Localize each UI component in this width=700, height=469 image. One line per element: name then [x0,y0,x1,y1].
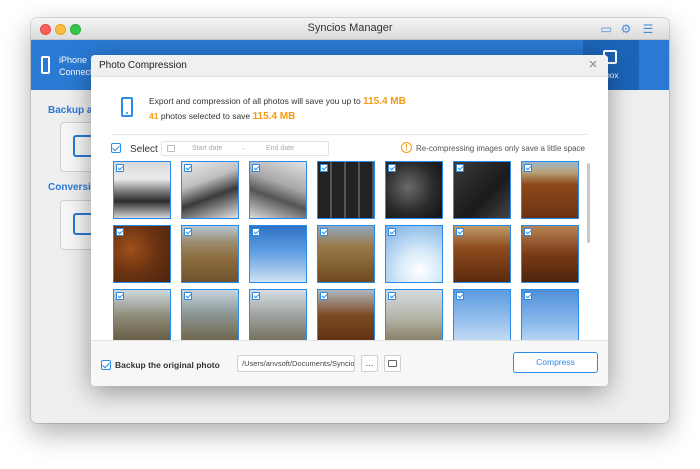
backup-path-input[interactable]: /Users/anvsoft/Documents/Syncios [237,355,355,372]
select-all-checkbox[interactable] [111,143,121,153]
photo-thumbnail[interactable] [385,289,443,340]
selection-text: photos selected to save [160,111,251,121]
compress-button[interactable]: Compress [513,352,598,373]
photo-checkbox[interactable] [456,292,464,300]
photo-checkbox[interactable] [252,164,260,172]
photo-grid-scrollbar[interactable] [587,163,590,243]
dialog-title: Photo Compression [99,60,187,71]
photo-thumbnail[interactable] [317,161,375,219]
photo-thumbnail[interactable] [113,161,171,219]
photo-compression-dialog: Photo Compression × Export and compressi… [91,55,608,386]
selected-savings: 115.4 MB [252,111,296,122]
calendar-icon [167,145,175,152]
photo-checkbox[interactable] [388,228,396,236]
date-range-picker[interactable]: Start date - End date [161,141,329,156]
photo-thumbnail[interactable] [453,225,511,283]
folder-icon [388,360,397,367]
backup-original-label: Backup the original photo [115,360,220,370]
photo-thumbnail[interactable] [453,161,511,219]
browse-folder-button[interactable] [384,355,401,372]
recompress-warning: Re-compressing images only save a little… [416,144,585,153]
total-savings: 115.4 MB [363,96,406,107]
photo-checkbox[interactable] [524,292,532,300]
photo-checkbox[interactable] [524,164,532,172]
photo-checkbox[interactable] [184,292,192,300]
photo-checkbox[interactable] [116,292,124,300]
photo-checkbox[interactable] [252,292,260,300]
photo-thumbnail[interactable] [113,225,171,283]
photo-checkbox[interactable] [116,164,124,172]
dialog-footer: Backup the original photo /Users/anvsoft… [91,340,608,386]
photo-thumbnail[interactable] [249,289,307,340]
photo-thumbnail[interactable] [521,225,579,283]
photo-thumbnail[interactable] [249,225,307,283]
select-label: Select [130,144,158,155]
photo-grid [111,161,588,340]
photo-thumbnail[interactable] [385,225,443,283]
selection-summary: 41 photos selected to save 115.4 MB [149,111,295,122]
photo-checkbox[interactable] [320,164,328,172]
photo-checkbox[interactable] [320,228,328,236]
photo-checkbox[interactable] [252,228,260,236]
photo-thumbnail[interactable] [453,289,511,340]
photo-thumbnail[interactable] [181,161,239,219]
photo-checkbox[interactable] [184,228,192,236]
photo-checkbox[interactable] [320,292,328,300]
phone-icon [121,97,133,117]
end-date-field[interactable]: End date [266,145,294,152]
close-icon[interactable]: × [586,57,600,72]
photo-checkbox[interactable] [524,228,532,236]
photo-thumbnail[interactable] [181,225,239,283]
photo-checkbox[interactable] [456,164,464,172]
title-bar: Syncios Manager ▭ ⚙ ☰ [31,18,669,40]
date-separator: - [242,144,245,153]
start-date-field[interactable]: Start date [192,145,222,152]
divider [111,134,588,135]
photo-checkbox[interactable] [388,292,396,300]
photo-checkbox[interactable] [116,228,124,236]
app-title: Syncios Manager [307,22,393,34]
photo-checkbox[interactable] [388,164,396,172]
photo-thumbnail[interactable] [181,289,239,340]
savings-summary: Export and compression of all photos wil… [149,96,406,107]
feedback-icon[interactable]: ▭ [599,22,613,36]
photo-thumbnail[interactable] [249,161,307,219]
gear-icon[interactable]: ⚙ [619,22,633,36]
photo-thumbnail[interactable] [113,289,171,340]
photo-checkbox[interactable] [184,164,192,172]
selected-count: 41 [149,111,159,121]
select-row: Select Start date - End date ! Re-compre… [111,141,588,157]
dialog-header: Photo Compression × [91,55,608,77]
phone-icon [41,56,50,74]
photo-thumbnail[interactable] [521,289,579,340]
more-options-button[interactable]: ... [361,355,378,372]
info-icon: ! [401,142,412,153]
photo-thumbnail[interactable] [317,289,375,340]
savings-text: Export and compression of all photos wil… [149,96,361,106]
backup-original-checkbox[interactable] [101,360,111,370]
photo-thumbnail[interactable] [385,161,443,219]
photo-thumbnail[interactable] [317,225,375,283]
photo-thumbnail[interactable] [521,161,579,219]
menu-icon[interactable]: ☰ [641,22,655,36]
photo-checkbox[interactable] [456,228,464,236]
